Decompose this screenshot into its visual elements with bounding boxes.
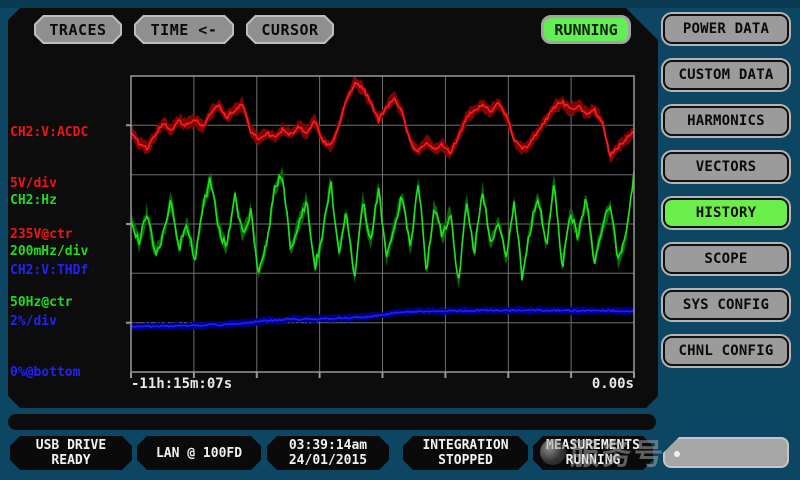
status-tile-integration: INTEGRATION STOPPED bbox=[403, 436, 528, 470]
traces-button-label: TRACES bbox=[36, 17, 120, 42]
running-status-badge[interactable]: RUNNING bbox=[541, 15, 631, 44]
history-chart-svg bbox=[125, 70, 645, 386]
integration-line2: STOPPED bbox=[438, 453, 493, 468]
history-plot bbox=[125, 70, 645, 386]
usb-line1: USB DRIVE bbox=[36, 438, 106, 453]
sidebar-item-chnl-config[interactable]: CHNL CONFIG bbox=[663, 336, 789, 366]
status-tile-datetime: 03:39:14am 24/01/2015 bbox=[267, 436, 389, 470]
traces-button[interactable]: TRACES bbox=[34, 15, 122, 44]
time-button[interactable]: TIME <- bbox=[134, 15, 234, 44]
date-line: 24/01/2015 bbox=[289, 453, 367, 468]
ch-v-name: CH2:V:ACDC bbox=[10, 124, 128, 141]
status-tile-lan: LAN @ 100FD bbox=[137, 436, 261, 470]
channel-label-thd: CH2:V:THDf 2%/div 0%@bottom bbox=[10, 228, 128, 415]
blank-button-dot-icon bbox=[674, 451, 680, 457]
cursor-button-label: CURSOR bbox=[248, 17, 332, 42]
time-line: 03:39:14am bbox=[289, 438, 367, 453]
integration-line1: INTEGRATION bbox=[422, 438, 508, 453]
ch-thd-name: CH2:V:THDf bbox=[10, 262, 128, 279]
softkey-bar bbox=[8, 414, 656, 430]
usb-line2: READY bbox=[51, 453, 90, 468]
sidebar-blank-button[interactable] bbox=[663, 437, 789, 468]
x-axis-start-label: -11h:15m:07s bbox=[131, 376, 232, 392]
measurements-line2: RUNNING bbox=[566, 453, 621, 468]
sidebar-item-history[interactable]: HISTORY bbox=[663, 198, 789, 228]
sidebar-item-power-data[interactable]: POWER DATA bbox=[663, 14, 789, 44]
measurements-line1: MEASUREMENTS bbox=[546, 438, 640, 453]
top-frame-strip bbox=[0, 0, 800, 8]
ch-thd-scale: 2%/div bbox=[10, 313, 128, 330]
cursor-button[interactable]: CURSOR bbox=[246, 15, 334, 44]
analyzer-screen: TRACES TIME <- CURSOR RUNNING CH2:V:ACDC… bbox=[0, 0, 800, 480]
time-button-label: TIME <- bbox=[136, 17, 232, 42]
sidebar-item-custom-data[interactable]: CUSTOM DATA bbox=[663, 60, 789, 90]
lan-line1: LAN @ 100FD bbox=[156, 446, 242, 461]
status-tile-usb: USB DRIVE READY bbox=[10, 436, 132, 470]
ch-thd-ref: 0%@bottom bbox=[10, 364, 128, 381]
sidebar-item-harmonics[interactable]: HARMONICS bbox=[663, 106, 789, 136]
sidebar-item-sys-config[interactable]: SYS CONFIG bbox=[663, 290, 789, 320]
x-axis-end-label: 0.00s bbox=[534, 376, 634, 392]
status-tile-measurements: MEASUREMENTS RUNNING bbox=[533, 436, 653, 470]
ch-hz-name: CH2:Hz bbox=[10, 192, 128, 209]
sidebar-item-vectors[interactable]: VECTORS bbox=[663, 152, 789, 182]
sidebar-item-scope[interactable]: SCOPE bbox=[663, 244, 789, 274]
